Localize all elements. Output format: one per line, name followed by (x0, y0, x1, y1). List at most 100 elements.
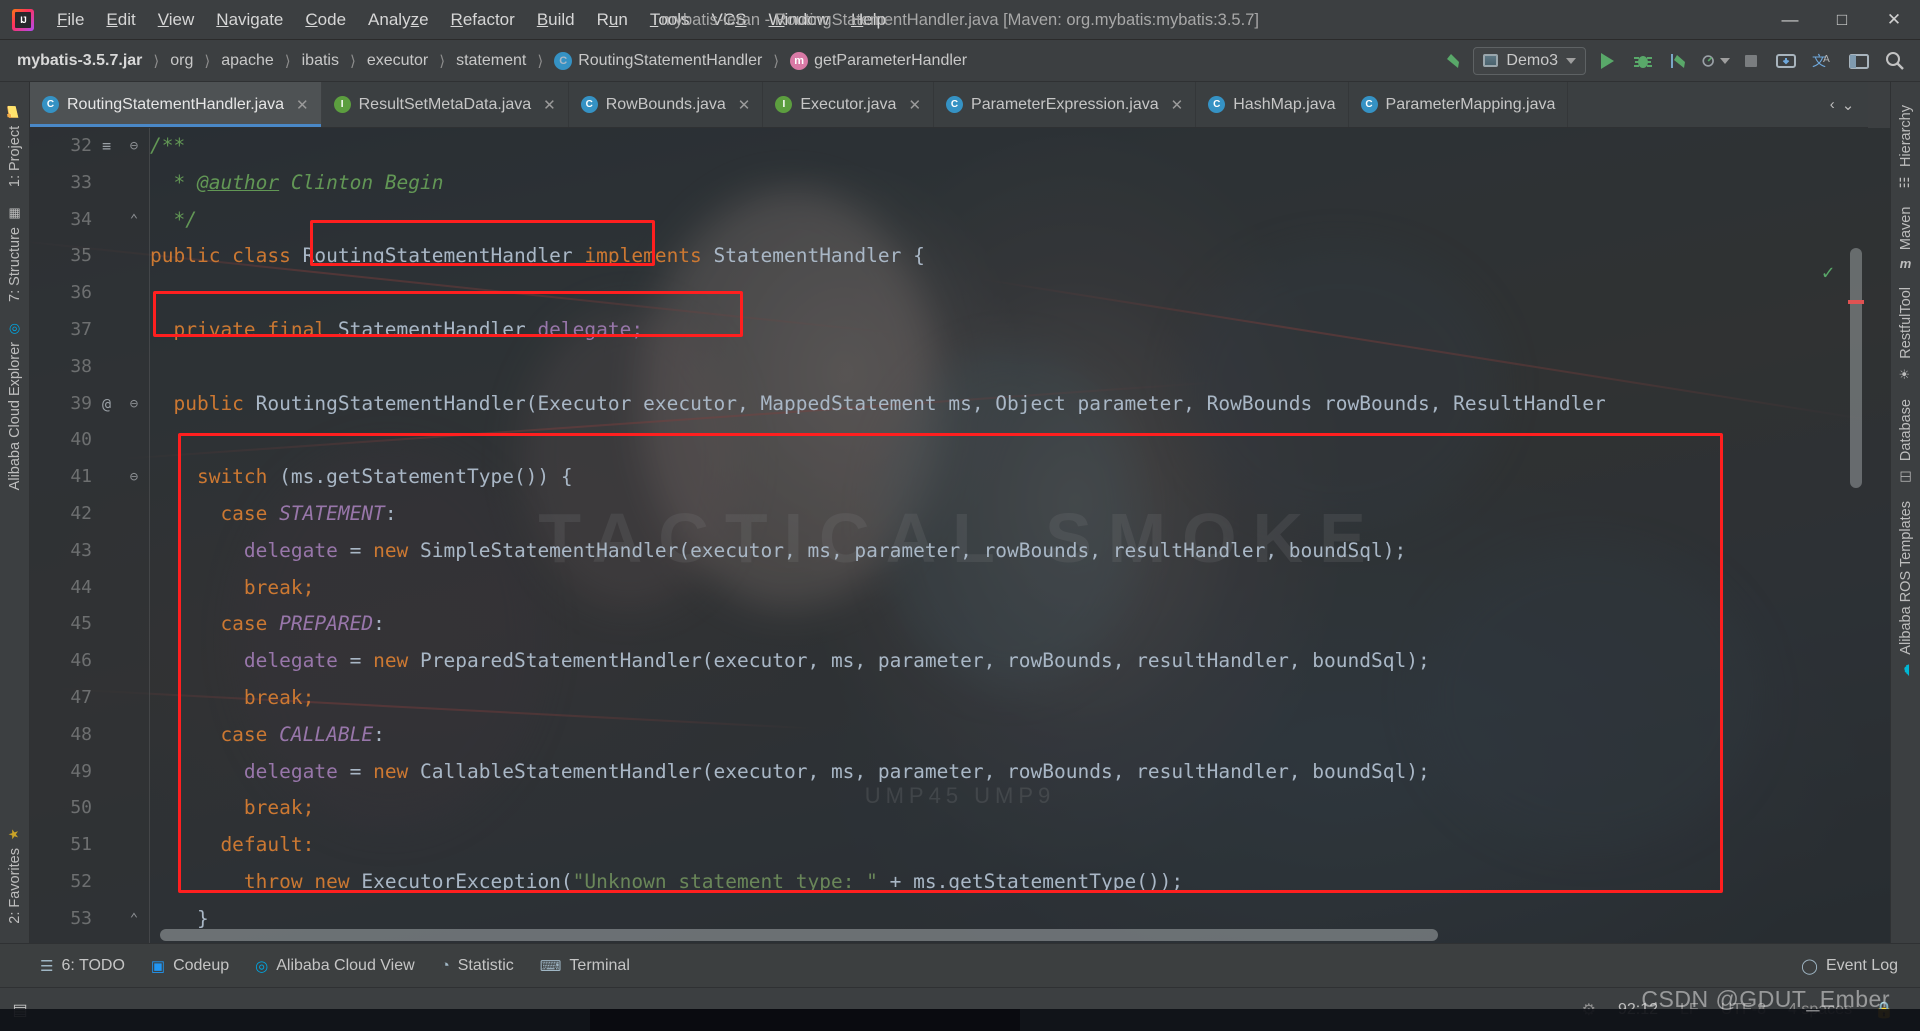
menu-window[interactable]: Window (758, 0, 840, 40)
run-with-coverage-button[interactable] (1664, 46, 1694, 76)
line-number: 33 (70, 171, 92, 193)
back-arrow-icon[interactable] (1437, 46, 1467, 76)
bottom-item-alibaba-cloud-view[interactable]: ◎ Alibaba Cloud View (255, 957, 415, 975)
menu-run[interactable]: Run (586, 0, 639, 40)
bottom-item-statistic[interactable]: ◔ Statistic (441, 957, 514, 975)
code-line[interactable]: 49 delegate = new CallableStatementHandl… (30, 754, 1868, 791)
code-line[interactable]: 36 (30, 275, 1868, 312)
breadcrumb-item-statement[interactable]: statement (453, 50, 529, 72)
code-line[interactable]: 41 ⊖ switch (ms.getStatementType()) { (30, 459, 1868, 496)
close-icon[interactable]: ✕ (296, 96, 309, 114)
code-line[interactable]: 33 * @author Clinton Begin (30, 165, 1868, 202)
breadcrumb-item-class[interactable]: C RoutingStatementHandler (551, 50, 765, 72)
menu-tools[interactable]: Tools (639, 0, 701, 40)
gutter-marker-icon[interactable]: @ (102, 386, 111, 423)
breadcrumb-item-method[interactable]: m getParameterHandler (787, 50, 970, 72)
update-icon[interactable] (1772, 46, 1802, 76)
editor-horizontal-scrollbar[interactable] (160, 929, 1438, 941)
sidebar-item-maven[interactable]: m Maven (1898, 198, 1914, 278)
breadcrumb-item-ibatis[interactable]: ibatis (299, 50, 342, 72)
sidebar-item-favorites[interactable]: 2: Favorites ★ (7, 817, 23, 933)
breadcrumb-item-jar[interactable]: mybatis-3.5.7.jar (14, 50, 145, 72)
menu-code[interactable]: Code (294, 0, 357, 40)
tab-rowbounds[interactable]: C RowBounds.java ✕ (569, 82, 764, 127)
code-line[interactable]: 48 case CALLABLE: (30, 717, 1868, 754)
code-line[interactable]: 43 delegate = new SimpleStatementHandler… (30, 533, 1868, 570)
code-line[interactable]: 35 public class RoutingStatementHandler i… (30, 238, 1868, 275)
run-configuration-selector[interactable]: Demo3 (1473, 46, 1586, 75)
menu-view[interactable]: View (147, 0, 206, 40)
code-line[interactable]: 44 break; (30, 570, 1868, 607)
search-icon[interactable] (1880, 46, 1910, 76)
sidebar-item-database[interactable]: ◫ Database (1898, 390, 1914, 492)
code-line[interactable]: 50 break; (30, 790, 1868, 827)
sidebar-item-restfultool[interactable]: ☀ RestfulTool (1898, 278, 1914, 390)
sidebar-item-project[interactable]: 1: Project 📁 (7, 94, 23, 196)
run-button[interactable] (1592, 46, 1622, 76)
layout-icon[interactable] (1844, 46, 1874, 76)
chevron-down-icon[interactable]: ⌄ (1842, 96, 1855, 114)
code-fold-icon[interactable]: ⌃ (126, 202, 142, 239)
maximize-button[interactable]: □ (1816, 0, 1868, 40)
database-icon: ◫ (1898, 467, 1913, 483)
sidebar-item-hierarchy[interactable]: ☷ Hierarchy (1898, 96, 1914, 198)
tab-parameterexpression[interactable]: C ParameterExpression.java ✕ (934, 82, 1197, 127)
bottom-item-terminal[interactable]: ⌨ Terminal (540, 957, 630, 975)
code-line[interactable]: 46 delegate = new PreparedStatementHandl… (30, 643, 1868, 680)
code-fold-icon[interactable]: ⊖ (126, 459, 142, 496)
translate-icon[interactable]: 文 A (1808, 46, 1838, 76)
code-line[interactable]: 51 default: (30, 827, 1868, 864)
code-fold-icon[interactable]: ⊖ (126, 128, 142, 165)
minimize-button[interactable]: — (1764, 0, 1816, 40)
close-icon[interactable]: ✕ (908, 96, 921, 114)
debug-button[interactable] (1628, 46, 1658, 76)
tab-hashmap[interactable]: C HashMap.java (1196, 82, 1349, 127)
tab-executor[interactable]: I Executor.java ✕ (763, 82, 935, 127)
menu-navigate[interactable]: Navigate (205, 0, 294, 40)
bottom-item-label: Codeup (173, 956, 230, 974)
close-icon[interactable]: ✕ (543, 96, 556, 114)
code-line[interactable]: 39 @ ⊖ public RoutingStatementHandler(Exec… (30, 386, 1868, 423)
code-line[interactable]: 47 break; (30, 680, 1868, 717)
tab-parametermapping[interactable]: C ParameterMapping.java (1349, 82, 1569, 127)
sidebar-item-structure[interactable]: 7: Structure ▦ (7, 196, 23, 311)
breadcrumb-item-executor[interactable]: executor (364, 50, 431, 72)
tab-scroll-left-icon[interactable]: ‹ (1830, 96, 1835, 113)
tab-routingstatementhandler[interactable]: C RoutingStatementHandler.java ✕ (30, 82, 322, 127)
menu-build[interactable]: Build (526, 0, 586, 40)
code-line[interactable]: 32 ≡ ⊖ /** (30, 128, 1868, 165)
code-line[interactable]: 42 case STATEMENT: (30, 496, 1868, 533)
breadcrumb-item-apache[interactable]: apache (218, 50, 277, 72)
menu-analyze[interactable]: Analyze (357, 0, 440, 40)
menu-vcs[interactable]: VCS (701, 0, 758, 40)
menu-help[interactable]: Help (840, 0, 897, 40)
menu-refactor[interactable]: Refactor (440, 0, 526, 40)
code-line[interactable]: 52 throw new ExecutorException("Unknown … (30, 864, 1868, 901)
code-line[interactable]: 40 (30, 422, 1868, 459)
menu-edit[interactable]: Edit (95, 0, 146, 40)
profile-button[interactable] (1700, 46, 1730, 76)
editor-vertical-scrollbar[interactable] (1850, 248, 1862, 488)
code-editor[interactable]: 32 ≡ ⊖/** 33 * @author Clinton Begin 34 ⌃ */3… (30, 128, 1868, 943)
code-lines-container[interactable]: 32 ≡ ⊖/** 33 * @author Clinton Begin 34 ⌃ */3… (30, 128, 1868, 943)
bottom-item-codeup[interactable]: ▣ Codeup (151, 957, 229, 975)
bottom-item-todo[interactable]: ☰ 6: TODO (40, 957, 125, 975)
tab-resultsetmetadata[interactable]: I ResultSetMetaData.java ✕ (322, 82, 569, 127)
code-line[interactable]: 38 (30, 349, 1868, 386)
breadcrumb-item-org[interactable]: org (167, 50, 196, 72)
close-icon[interactable]: ✕ (1171, 96, 1184, 114)
code-line[interactable]: 37 private final StatementHandler delega… (30, 312, 1868, 349)
close-icon[interactable]: ✕ (738, 96, 751, 114)
menu-file[interactable]: File (46, 0, 95, 40)
error-stripe-marker[interactable] (1848, 300, 1864, 304)
event-log-button[interactable]: ◯ Event Log (1801, 957, 1898, 975)
code-fold-icon[interactable]: ⌃ (126, 901, 142, 938)
code-fold-icon[interactable]: ⊖ (126, 386, 142, 423)
stop-button[interactable] (1736, 46, 1766, 76)
close-button[interactable]: ✕ (1868, 0, 1920, 40)
sidebar-item-alibaba-ros-templates[interactable]: ☁ Alibaba ROS Templates (1898, 492, 1914, 686)
code-line[interactable]: 34 ⌃ */ (30, 202, 1868, 239)
sidebar-item-alibaba-cloud-explorer[interactable]: Alibaba Cloud Explorer ◎ (7, 311, 23, 499)
gutter-marker-icon[interactable]: ≡ (102, 128, 111, 165)
code-line[interactable]: 45 case PREPARED: (30, 606, 1868, 643)
